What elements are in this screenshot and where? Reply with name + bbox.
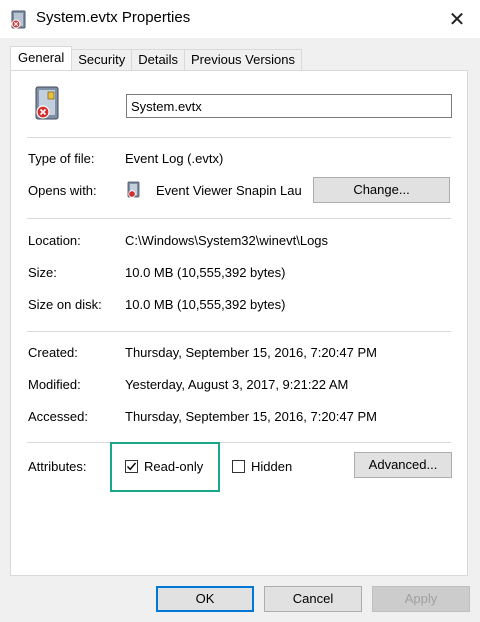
close-button[interactable]: ✕ — [434, 0, 480, 38]
modified-label: Modified: — [28, 377, 81, 392]
change-button[interactable]: Change... — [313, 177, 450, 203]
event-viewer-icon — [127, 181, 140, 198]
location-value: C:\Windows\System32\winevt\Logs — [125, 233, 329, 248]
opens-with-value: Event Viewer Snapin Lau — [156, 183, 302, 198]
general-panel: Type of file: Event Log (.evtx) Opens wi… — [10, 70, 468, 576]
hidden-checkbox[interactable] — [232, 460, 245, 473]
accessed-label: Accessed: — [28, 409, 88, 424]
separator-2 — [27, 218, 451, 219]
window-title: System.evtx Properties — [36, 9, 191, 26]
tab-strip: General Security Details Previous Versio… — [10, 46, 303, 70]
separator-1 — [27, 137, 451, 138]
advanced-button[interactable]: Advanced... — [354, 452, 452, 478]
accessed-value: Thursday, September 15, 2016, 7:20:47 PM — [125, 409, 377, 424]
tab-general[interactable]: General — [10, 46, 73, 70]
separator-4 — [27, 442, 451, 443]
attributes-label: Attributes: — [28, 459, 87, 474]
tab-security[interactable]: Security — [71, 49, 133, 70]
size-label: Size: — [28, 265, 57, 280]
hidden-label[interactable]: Hidden — [251, 459, 292, 474]
ok-button[interactable]: OK — [156, 586, 254, 612]
modified-value: Yesterday, August 3, 2017, 9:21:22 AM — [125, 377, 349, 392]
location-label: Location: — [28, 233, 81, 248]
type-of-file-label: Type of file: — [28, 151, 95, 166]
checkmark-icon — [126, 462, 137, 471]
size-on-disk-label: Size on disk: — [28, 297, 102, 312]
opens-with-label: Opens with: — [28, 183, 97, 198]
dialog-body: General Security Details Previous Versio… — [0, 38, 480, 622]
apply-button[interactable]: Apply — [372, 586, 470, 612]
size-value: 10.0 MB (10,555,392 bytes) — [125, 265, 286, 280]
size-on-disk-value: 10.0 MB (10,555,392 bytes) — [125, 297, 286, 312]
close-icon: ✕ — [448, 8, 466, 31]
event-log-file-icon — [11, 10, 26, 29]
title-bar: System.evtx Properties ✕ — [0, 0, 480, 38]
readonly-checkbox[interactable] — [125, 460, 138, 473]
large-event-log-icon — [35, 86, 59, 120]
created-value: Thursday, September 15, 2016, 7:20:47 PM — [125, 345, 377, 360]
tab-previous-versions[interactable]: Previous Versions — [183, 49, 303, 70]
cancel-button[interactable]: Cancel — [264, 586, 362, 612]
type-of-file-value: Event Log (.evtx) — [125, 151, 224, 166]
tab-details[interactable]: Details — [131, 49, 185, 70]
created-label: Created: — [28, 345, 78, 360]
separator-3 — [27, 331, 451, 332]
file-name-input[interactable] — [126, 94, 452, 118]
readonly-label[interactable]: Read-only — [144, 459, 203, 474]
